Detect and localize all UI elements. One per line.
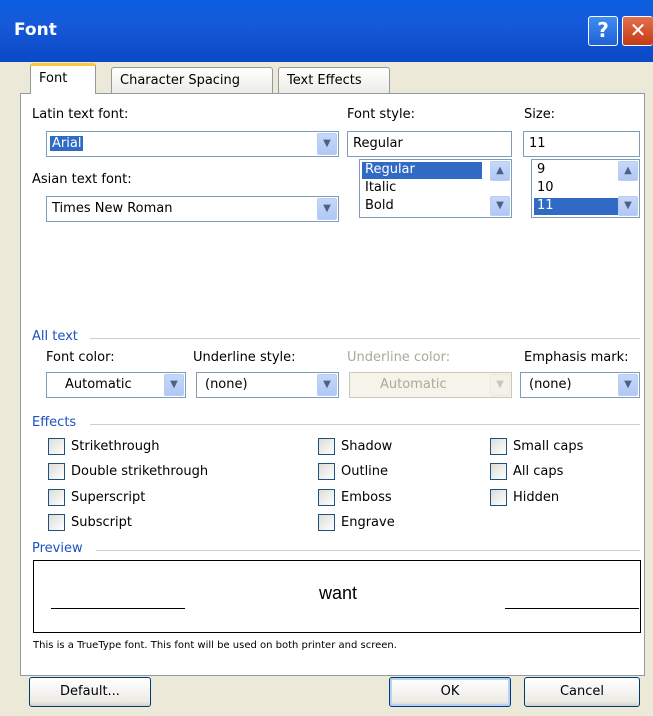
font-style-value: Regular <box>353 136 403 151</box>
size-list[interactable]: 9 10 11 ▲ ▼ <box>531 159 640 218</box>
emboss-checkbox[interactable]: Emboss <box>318 489 392 506</box>
strikethrough-checkbox[interactable]: Strikethrough <box>48 438 159 455</box>
outline-checkbox[interactable]: Outline <box>318 463 388 480</box>
font-dialog: Font ? ✕ Font Character Spacing Text Eff… <box>0 0 653 716</box>
latin-font-label: Latin text font: <box>32 107 129 122</box>
asian-font-label: Asian text font: <box>32 172 132 187</box>
font-color-combo[interactable]: Automatic ▼ <box>46 372 186 398</box>
size-input[interactable]: 11 <box>523 131 640 157</box>
underline-color-value: Automatic <box>380 377 447 392</box>
size-label: Size: <box>524 107 556 122</box>
underline-style-label: Underline style: <box>193 350 296 365</box>
tab-text-effects[interactable]: Text Effects <box>278 67 390 94</box>
size-option[interactable]: 9 <box>534 162 545 179</box>
emphasis-mark-value: (none) <box>529 377 572 392</box>
divider <box>96 550 640 551</box>
chevron-down-icon[interactable]: ▼ <box>317 374 337 396</box>
font-style-label: Font style: <box>347 107 415 122</box>
size-option[interactable]: 10 <box>534 180 554 197</box>
tab-font[interactable]: Font <box>30 63 96 94</box>
underline-color-combo: Automatic ▼ <box>349 372 512 398</box>
scroll-down-icon[interactable]: ▼ <box>490 196 510 216</box>
all-caps-checkbox[interactable]: All caps <box>490 463 563 480</box>
latin-font-value: Arial <box>50 136 84 151</box>
double-strikethrough-checkbox[interactable]: Double strikethrough <box>48 463 208 480</box>
font-color-value: Automatic <box>65 377 132 392</box>
tab-character-spacing[interactable]: Character Spacing <box>111 67 273 94</box>
superscript-checkbox[interactable]: Superscript <box>48 489 145 506</box>
underline-style-combo[interactable]: (none) ▼ <box>196 372 339 398</box>
font-color-label: Font color: <box>46 350 115 365</box>
default-button[interactable]: Default... <box>29 677 151 707</box>
engrave-checkbox[interactable]: Engrave <box>318 514 395 531</box>
preview-rule-right <box>505 608 639 609</box>
scroll-up-icon[interactable]: ▲ <box>490 161 510 181</box>
close-button[interactable]: ✕ <box>622 16 653 46</box>
dialog-title: Font <box>14 20 57 40</box>
font-style-input[interactable]: Regular <box>347 131 512 157</box>
divider <box>90 424 640 425</box>
help-button[interactable]: ? <box>588 16 618 46</box>
preview-rule-left <box>51 608 185 609</box>
chevron-down-icon[interactable]: ▼ <box>618 374 638 396</box>
chevron-down-icon[interactable]: ▼ <box>164 374 184 396</box>
scroll-down-icon[interactable]: ▼ <box>618 196 638 216</box>
underline-color-label: Underline color: <box>347 350 451 365</box>
preview-heading: Preview <box>32 541 83 556</box>
cancel-button[interactable]: Cancel <box>524 677 640 707</box>
underline-style-value: (none) <box>205 377 248 392</box>
subscript-checkbox[interactable]: Subscript <box>48 514 132 531</box>
effects-heading: Effects <box>32 415 77 430</box>
chevron-down-icon[interactable]: ▼ <box>317 198 337 220</box>
truetype-note: This is a TrueType font. This font will … <box>33 640 397 651</box>
small-caps-checkbox[interactable]: Small caps <box>490 438 583 455</box>
font-style-option[interactable]: Italic <box>362 180 396 197</box>
size-value: 11 <box>529 136 546 151</box>
size-option[interactable]: 11 <box>534 198 618 215</box>
asian-font-combo[interactable]: Times New Roman ▼ <box>46 196 339 222</box>
scroll-up-icon[interactable]: ▲ <box>618 161 638 181</box>
hidden-checkbox[interactable]: Hidden <box>490 489 559 506</box>
asian-font-value: Times New Roman <box>52 201 173 216</box>
preview-text: want <box>319 583 358 603</box>
divider <box>90 338 640 339</box>
font-style-list[interactable]: Regular Italic Bold ▲ ▼ <box>359 159 512 218</box>
ok-button[interactable]: OK <box>389 677 511 707</box>
chevron-down-icon[interactable]: ▼ <box>317 133 337 155</box>
font-style-option[interactable]: Bold <box>362 198 394 215</box>
all-text-heading: All text <box>32 329 78 344</box>
shadow-checkbox[interactable]: Shadow <box>318 438 392 455</box>
emphasis-mark-combo[interactable]: (none) ▼ <box>520 372 640 398</box>
chevron-down-icon: ▼ <box>490 374 510 396</box>
preview-box: want <box>33 560 641 633</box>
font-style-option[interactable]: Regular <box>362 162 482 179</box>
title-bar[interactable]: Font ? ✕ <box>0 0 653 62</box>
latin-font-combo[interactable]: Arial ▼ <box>46 131 339 157</box>
emphasis-mark-label: Emphasis mark: <box>524 350 629 365</box>
